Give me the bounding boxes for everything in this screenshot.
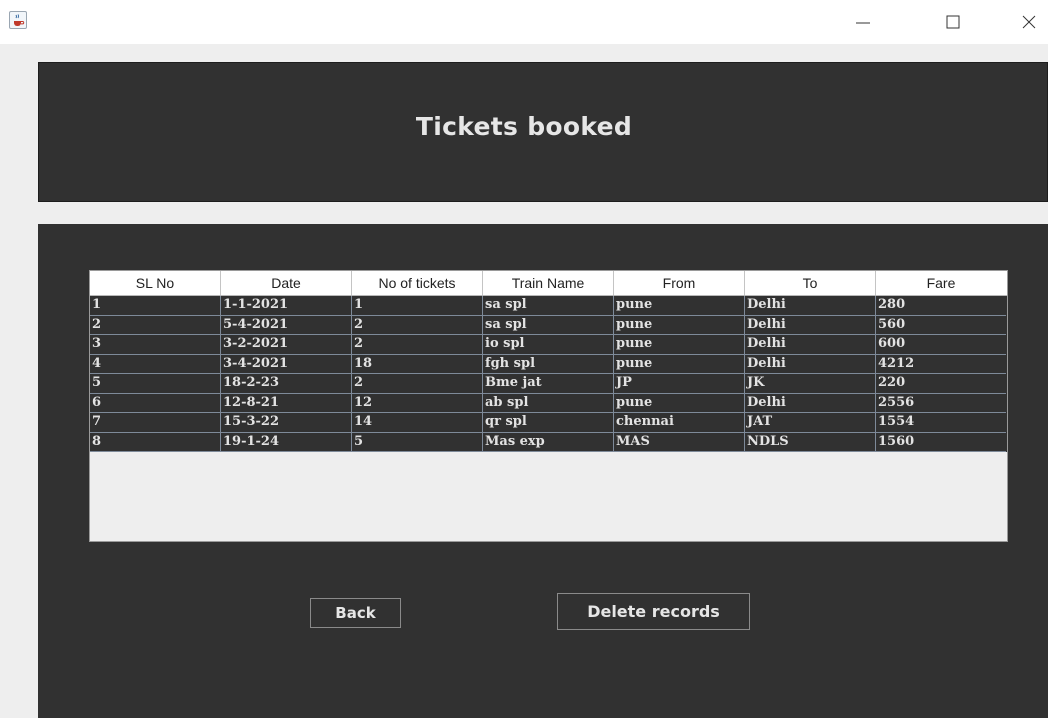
maximize-button[interactable] bbox=[930, 6, 976, 38]
table-cell: 1 bbox=[352, 296, 483, 316]
table-cell: 280 bbox=[876, 296, 1006, 316]
table-cell: 1560 bbox=[876, 433, 1006, 452]
table-body: 1 1-1-2021 1 sa spl pune Delhi 280 2 5-4-2021 2 sa… bbox=[90, 296, 1007, 452]
table-cell: ab spl bbox=[483, 393, 614, 413]
table-cell: Delhi bbox=[745, 335, 876, 355]
table-cell: 2 bbox=[352, 335, 483, 355]
table-row[interactable]: 3 3-2-2021 2 io spl pune Delhi 600 bbox=[90, 335, 1007, 355]
table-cell: sa spl bbox=[483, 315, 614, 335]
table-cell: chennai bbox=[614, 413, 745, 433]
table-cell: 1554 bbox=[876, 413, 1006, 433]
table-cell: NDLS bbox=[745, 432, 876, 452]
table-cell: 18 bbox=[352, 354, 483, 374]
table-cell: 4212 bbox=[876, 355, 1006, 374]
table-cell: pune bbox=[614, 393, 745, 413]
table-cell: 2 bbox=[352, 374, 483, 394]
table-cell: fgh spl bbox=[483, 354, 614, 374]
table-cell: 14 bbox=[352, 413, 483, 433]
column-header[interactable]: No of tickets bbox=[352, 271, 483, 295]
table-cell: 2556 bbox=[876, 394, 1006, 413]
table-cell: 19-1-24 bbox=[221, 432, 352, 452]
table-cell: Bme jat bbox=[483, 374, 614, 394]
table-cell: 600 bbox=[876, 335, 1006, 355]
minimize-button[interactable] bbox=[840, 6, 886, 38]
table-cell: 3-2-2021 bbox=[221, 335, 352, 355]
table-cell: Delhi bbox=[745, 296, 876, 316]
table-row[interactable]: 1 1-1-2021 1 sa spl pune Delhi 280 bbox=[90, 296, 1007, 316]
table-cell: 3 bbox=[90, 335, 221, 355]
table-cell: JAT bbox=[745, 413, 876, 433]
page-title: Tickets booked bbox=[415, 112, 633, 141]
java-cup-icon bbox=[9, 11, 27, 29]
table-row[interactable]: 8 19-1-24 5 Mas exp MAS NDLS 1560 bbox=[90, 432, 1007, 452]
table-cell: MAS bbox=[614, 432, 745, 452]
minimize-icon bbox=[856, 22, 870, 24]
table-row[interactable]: 4 3-4-2021 18 fgh spl pune Delhi 4212 bbox=[90, 354, 1007, 374]
table-row[interactable]: 6 12-8-21 12 ab spl pune Delhi 2556 bbox=[90, 393, 1007, 413]
table-cell: 12-8-21 bbox=[221, 393, 352, 413]
column-header[interactable]: From bbox=[614, 271, 745, 295]
table-cell: 8 bbox=[90, 432, 221, 452]
close-icon bbox=[1022, 15, 1036, 29]
table-cell: 5 bbox=[90, 374, 221, 394]
table-cell: io spl bbox=[483, 335, 614, 355]
maximize-icon bbox=[946, 15, 960, 29]
table-cell: 2 bbox=[90, 315, 221, 335]
table-cell: 12 bbox=[352, 393, 483, 413]
table-cell: sa spl bbox=[483, 296, 614, 316]
delete-records-button[interactable]: Delete records bbox=[557, 593, 750, 630]
table-cell: Delhi bbox=[745, 354, 876, 374]
table-cell: JP bbox=[614, 374, 745, 394]
table-cell: pune bbox=[614, 296, 745, 316]
table-row[interactable]: 5 18-2-23 2 Bme jat JP JK 220 bbox=[90, 374, 1007, 394]
table-cell: 4 bbox=[90, 354, 221, 374]
table-cell: 5 bbox=[352, 432, 483, 452]
column-header[interactable]: Fare bbox=[876, 271, 1006, 295]
table-cell: pune bbox=[614, 315, 745, 335]
column-header[interactable]: Date bbox=[221, 271, 352, 295]
table-cell: qr spl bbox=[483, 413, 614, 433]
table-cell: 1 bbox=[90, 296, 221, 316]
table-cell: 1-1-2021 bbox=[221, 296, 352, 316]
table-cell: pune bbox=[614, 354, 745, 374]
table-cell: Delhi bbox=[745, 393, 876, 413]
close-button[interactable] bbox=[1006, 6, 1048, 38]
tickets-table[interactable]: SL No Date No of tickets Train Name From To Fa… bbox=[89, 270, 1008, 542]
table-header: SL No Date No of tickets Train Name From To Fa… bbox=[90, 271, 1007, 296]
table-cell: 18-2-23 bbox=[221, 374, 352, 394]
back-button[interactable]: Back bbox=[310, 598, 401, 628]
column-header[interactable]: SL No bbox=[90, 271, 221, 295]
table-cell: 560 bbox=[876, 316, 1006, 335]
column-header[interactable]: Train Name bbox=[483, 271, 614, 295]
table-cell: 220 bbox=[876, 374, 1006, 394]
table-cell: 6 bbox=[90, 393, 221, 413]
table-cell: 2 bbox=[352, 315, 483, 335]
table-row[interactable]: 7 15-3-22 14 qr spl chennai JAT 1554 bbox=[90, 413, 1007, 433]
table-cell: pune bbox=[614, 335, 745, 355]
table-cell: 3-4-2021 bbox=[221, 354, 352, 374]
table-cell: 7 bbox=[90, 413, 221, 433]
table-cell: JK bbox=[745, 374, 876, 394]
table-cell: 15-3-22 bbox=[221, 413, 352, 433]
table-cell: Delhi bbox=[745, 315, 876, 335]
table-cell: 5-4-2021 bbox=[221, 315, 352, 335]
table-cell: Mas exp bbox=[483, 432, 614, 452]
window-title-bar bbox=[0, 0, 1048, 44]
column-header[interactable]: To bbox=[745, 271, 876, 295]
table-row[interactable]: 2 5-4-2021 2 sa spl pune Delhi 560 bbox=[90, 315, 1007, 335]
